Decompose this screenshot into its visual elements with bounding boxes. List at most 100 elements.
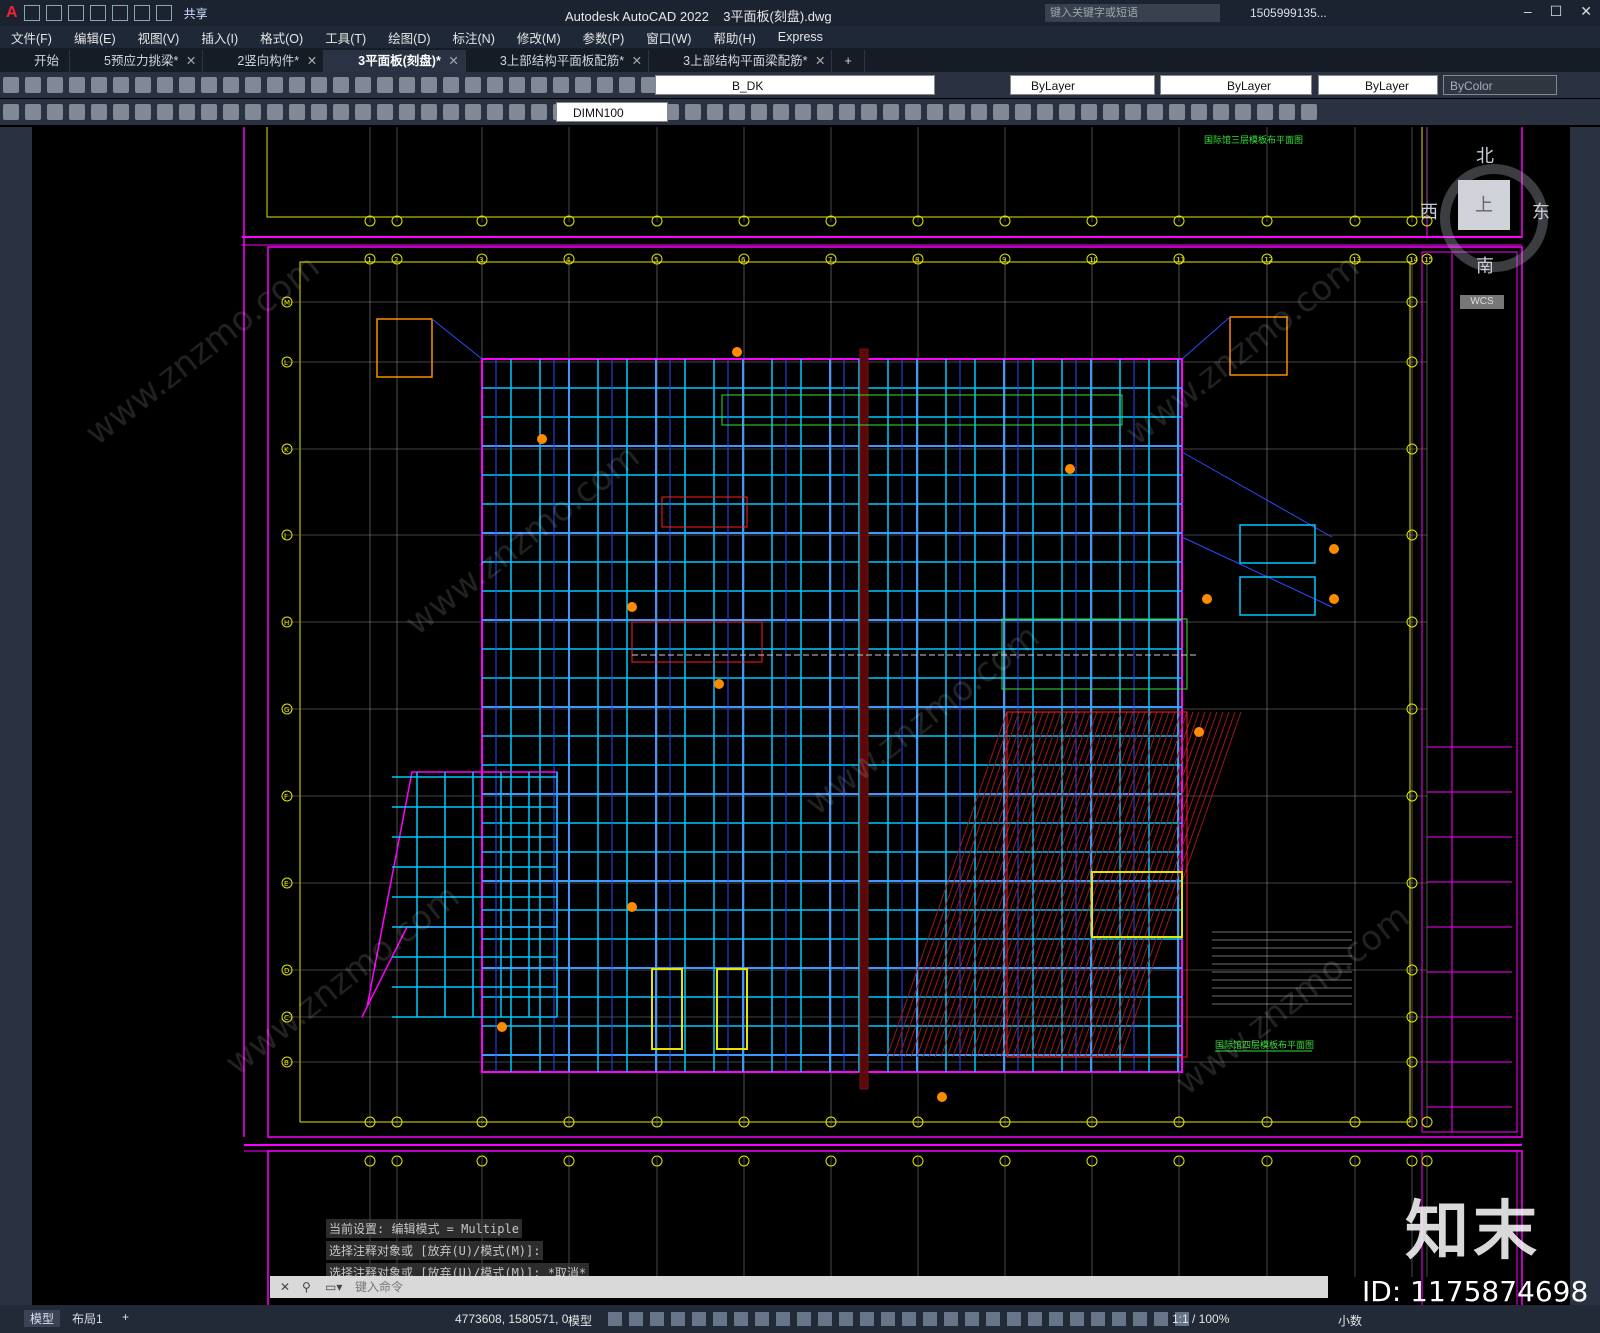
toolbar-tool-icon[interactable] [1235,104,1251,120]
status-toggle-icon[interactable] [776,1312,790,1326]
toolbar-tool-icon[interactable] [817,104,833,120]
status-toggle-icon[interactable] [755,1312,769,1326]
plotstyle-dropdown[interactable]: ByColor [1443,75,1557,95]
annotation-scale[interactable]: 1:1 / 100% [1172,1312,1229,1326]
toolbar-tool-icon[interactable] [597,77,613,93]
toolbar-tool-icon[interactable] [861,104,877,120]
toolbar-tool-icon[interactable] [443,104,459,120]
toolbar-tool-icon[interactable] [355,77,371,93]
toolbar-tool-icon[interactable] [289,77,305,93]
tab-layout1[interactable]: 布局1 [72,1310,103,1327]
toolbar-tool-icon[interactable] [465,104,481,120]
toolbar-tool-icon[interactable] [575,77,591,93]
menu-item[interactable]: 工具(T) [314,28,377,47]
toolbar-tool-icon[interactable] [91,104,107,120]
toolbar-tool-icon[interactable] [531,104,547,120]
menu-item[interactable]: 文件(F) [0,28,63,47]
menu-item[interactable]: 插入(I) [190,28,249,47]
toolbar-tool-icon[interactable] [487,77,503,93]
toolbar-tool-icon[interactable] [135,104,151,120]
close-tab-icon[interactable]: ✕ [815,50,825,72]
toolbar-tool-icon[interactable] [993,104,1009,120]
toolbar-tool-icon[interactable] [91,77,107,93]
toolbar-tool-icon[interactable] [157,77,173,93]
toolbar-tool-icon[interactable] [223,77,239,93]
toolbar-tool-icon[interactable] [465,77,481,93]
toolbar-tool-icon[interactable] [157,104,173,120]
toolbar-tool-icon[interactable] [3,77,19,93]
status-toggle-icon[interactable] [1049,1312,1063,1326]
file-tab[interactable]: 3平面板(刻盘)* ✕ [324,50,466,72]
toolbar-tool-icon[interactable] [179,104,195,120]
toolbar-tool-icon[interactable] [311,104,327,120]
file-tab[interactable]: 3上部结构平面梁配筋* ✕ [649,50,833,72]
toolbar-tool-icon[interactable] [619,77,635,93]
toolbar-tool-icon[interactable] [553,77,569,93]
units-display[interactable]: 小数 [1338,1312,1362,1329]
toolbar-tool-icon[interactable] [971,104,987,120]
plot-icon[interactable] [111,5,128,21]
toolbar-tool-icon[interactable] [1037,104,1053,120]
toolbar-tool-icon[interactable] [1125,104,1141,120]
status-toggle-icon[interactable] [650,1312,664,1326]
toolbar-tool-icon[interactable] [421,104,437,120]
toolbar-tool-icon[interactable] [487,104,503,120]
menu-item[interactable]: 标注(N) [442,28,506,47]
viewcube[interactable]: 北 西 东 南 上 WCS [1420,140,1550,309]
toolbar-tool-icon[interactable] [399,77,415,93]
toolbar-tool-icon[interactable] [333,104,349,120]
toolbar-tool-icon[interactable] [729,104,745,120]
status-toggle-icon[interactable] [1154,1312,1168,1326]
viewcube-east[interactable]: 东 [1532,198,1550,224]
toolbar-tool-icon[interactable] [113,77,129,93]
status-toggle-icon[interactable] [1028,1312,1042,1326]
close-icon[interactable]: ✕ [280,1276,290,1298]
file-tab[interactable]: 5预应力挑梁* ✕ [70,50,204,72]
toolbar-tool-icon[interactable] [245,104,261,120]
search-input[interactable]: 键入关键字或短语 [1045,4,1220,22]
close-tab-icon[interactable]: ✕ [448,50,458,72]
close-tab-icon[interactable]: ✕ [632,50,642,72]
file-tab[interactable]: 开始 [0,50,71,72]
toolbar-tool-icon[interactable] [905,104,921,120]
command-line[interactable]: ✕ ⚲ ▭▾ 键入命令 [270,1276,1328,1298]
status-toggle-icon[interactable] [1091,1312,1105,1326]
toolbar-tool-icon[interactable] [1081,104,1097,120]
undo-icon[interactable] [133,5,150,21]
menu-item[interactable]: 帮助(H) [702,28,766,47]
viewcube-top-face[interactable]: 上 [1458,180,1510,230]
toolbar-tool-icon[interactable] [179,77,195,93]
model-space-toggle[interactable]: 模型 [568,1312,592,1329]
toolbar-tool-icon[interactable] [267,104,283,120]
toolbar-tool-icon[interactable] [223,104,239,120]
share-button[interactable]: 共享 [184,5,208,22]
status-toggle-icon[interactable] [965,1312,979,1326]
menu-item[interactable]: 修改(M) [506,28,572,47]
close-icon[interactable]: ✕ [1580,3,1592,20]
toolbar-tool-icon[interactable] [685,104,701,120]
toolbar-tool-icon[interactable] [839,104,855,120]
toolbar-tool-icon[interactable] [927,104,943,120]
viewcube-south[interactable]: 南 [1476,252,1494,278]
status-toggle-icon[interactable] [944,1312,958,1326]
coordinates-readout[interactable]: 4773608, 1580571, 0 [455,1312,568,1326]
toolbar-tool-icon[interactable] [135,77,151,93]
status-toggle-icon[interactable] [692,1312,706,1326]
status-toggle-icon[interactable] [1070,1312,1084,1326]
toolbar-tool-icon[interactable] [399,104,415,120]
toolbar-tool-icon[interactable] [377,77,393,93]
linetype-dropdown[interactable]: ByLayer [1160,75,1312,95]
command-input[interactable]: 键入命令 [355,1276,403,1298]
toolbar-tool-icon[interactable] [69,104,85,120]
save-as-icon[interactable] [89,5,106,21]
minimize-icon[interactable]: – [1524,3,1532,20]
toolbar-tool-icon[interactable] [1213,104,1229,120]
status-toggle-icon[interactable] [923,1312,937,1326]
save-icon[interactable] [67,5,84,21]
toolbar-tool-icon[interactable] [1279,104,1295,120]
menu-item[interactable]: 参数(P) [572,28,636,47]
toolbar-tool-icon[interactable] [509,77,525,93]
user-account[interactable]: 1505999135... [1250,6,1327,20]
menu-item[interactable]: 格式(O) [249,28,314,47]
toolbar-tool-icon[interactable] [245,77,261,93]
